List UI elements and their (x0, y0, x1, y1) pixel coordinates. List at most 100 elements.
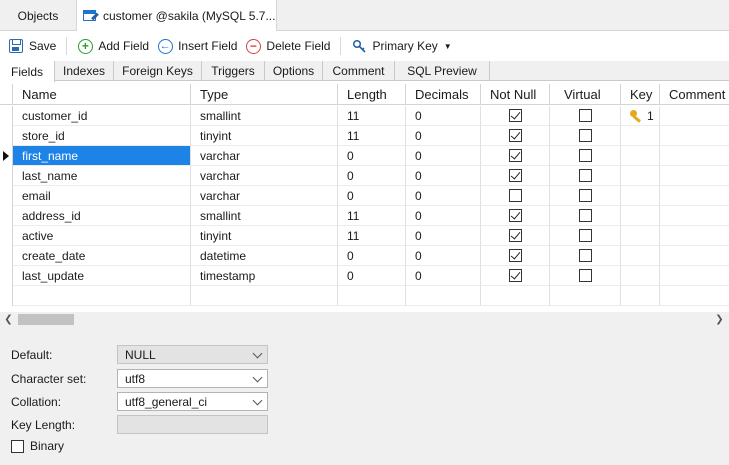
cell-length[interactable]: 11 (338, 206, 406, 226)
virtual-checkbox[interactable] (578, 149, 592, 162)
cell-type[interactable]: datetime (191, 246, 338, 266)
cell-virtual[interactable] (550, 246, 621, 266)
cell-name[interactable]: active (13, 226, 191, 246)
cell-name[interactable]: email (13, 186, 191, 206)
virtual-checkbox[interactable] (578, 229, 592, 242)
cell-virtual[interactable] (550, 146, 621, 166)
cell-not-null[interactable] (481, 266, 550, 286)
cell-type[interactable]: tinyint (191, 126, 338, 146)
cell-not-null[interactable] (481, 226, 550, 246)
table-row[interactable]: address_id smallint 11 0 (0, 206, 729, 226)
row-indicator[interactable] (0, 226, 13, 246)
cell-key[interactable]: 1 (621, 106, 660, 126)
cell-type[interactable]: smallint (191, 206, 338, 226)
cell-type[interactable]: varchar (191, 186, 338, 206)
cell-decimals[interactable]: 0 (406, 146, 481, 166)
tab-triggers[interactable]: Triggers (202, 61, 265, 81)
cell-decimals[interactable]: 0 (406, 186, 481, 206)
cell-comment[interactable] (660, 266, 729, 286)
table-row[interactable]: last_name varchar 0 0 (0, 166, 729, 186)
cell-key[interactable] (621, 126, 660, 146)
table-row[interactable]: create_date datetime 0 0 (0, 246, 729, 266)
cell-key[interactable] (621, 206, 660, 226)
cell-comment[interactable] (660, 166, 729, 186)
table-row[interactable]: first_name varchar 0 0 (0, 146, 729, 166)
table-row[interactable]: customer_id smallint 11 0 1 (0, 106, 729, 126)
cell-length[interactable]: 0 (338, 146, 406, 166)
not-null-checkbox[interactable] (508, 129, 522, 142)
cell-type[interactable]: timestamp (191, 266, 338, 286)
virtual-checkbox[interactable] (578, 109, 592, 122)
cell-not-null[interactable] (481, 246, 550, 266)
tab-customer-table[interactable]: customer @sakila (MySQL 5.7... (77, 0, 277, 32)
cell-key[interactable] (621, 246, 660, 266)
virtual-checkbox[interactable] (578, 129, 592, 142)
virtual-checkbox[interactable] (578, 169, 592, 182)
virtual-checkbox[interactable] (578, 249, 592, 262)
column-header-length[interactable]: Length (338, 84, 406, 104)
cell-not-null[interactable] (481, 166, 550, 186)
cell-length[interactable]: 0 (338, 266, 406, 286)
cell-virtual[interactable] (550, 266, 621, 286)
cell-type[interactable]: tinyint (191, 226, 338, 246)
cell-length[interactable]: 0 (338, 166, 406, 186)
column-header-name[interactable]: Name (13, 84, 191, 104)
table-row[interactable] (0, 286, 729, 306)
row-indicator[interactable] (0, 286, 13, 306)
cell-virtual[interactable] (550, 126, 621, 146)
cell-length[interactable]: 11 (338, 106, 406, 126)
cell-decimals[interactable]: 0 (406, 226, 481, 246)
not-null-checkbox[interactable] (508, 189, 522, 202)
cell-key[interactable] (621, 266, 660, 286)
cell-type[interactable]: varchar (191, 146, 338, 166)
charset-select[interactable]: utf8 (117, 369, 268, 388)
tab-comment[interactable]: Comment (323, 61, 395, 81)
cell-length[interactable]: 11 (338, 226, 406, 246)
cell-not-null[interactable] (481, 146, 550, 166)
row-indicator[interactable] (0, 126, 13, 146)
not-null-checkbox[interactable] (508, 169, 522, 182)
not-null-checkbox[interactable] (508, 249, 522, 262)
cell-decimals[interactable]: 0 (406, 166, 481, 186)
row-indicator[interactable] (0, 206, 13, 226)
cell-name[interactable]: store_id (13, 126, 191, 146)
cell-name[interactable]: customer_id (13, 106, 191, 126)
cell-key[interactable] (621, 146, 660, 166)
cell-name[interactable]: create_date (13, 246, 191, 266)
collation-select[interactable]: utf8_general_ci (117, 392, 268, 411)
column-header-key[interactable]: Key (621, 84, 660, 104)
scroll-left-icon[interactable]: ❮ (1, 312, 16, 327)
cell-not-null[interactable] (481, 206, 550, 226)
virtual-checkbox[interactable] (578, 189, 592, 202)
not-null-checkbox[interactable] (508, 229, 522, 242)
virtual-checkbox[interactable] (578, 209, 592, 222)
save-button[interactable]: Save (4, 35, 60, 57)
cell-length[interactable]: 0 (338, 246, 406, 266)
row-indicator[interactable] (0, 166, 13, 186)
cell-comment[interactable] (660, 186, 729, 206)
cell-decimals[interactable]: 0 (406, 266, 481, 286)
cell-comment[interactable] (660, 226, 729, 246)
column-header-comment[interactable]: Comment (660, 84, 729, 104)
cell-comment[interactable] (660, 106, 729, 126)
tab-options[interactable]: Options (265, 61, 323, 81)
not-null-checkbox[interactable] (508, 269, 522, 282)
scroll-right-icon[interactable]: ❯ (712, 312, 727, 327)
table-row[interactable]: active tinyint 11 0 (0, 226, 729, 246)
row-indicator[interactable] (0, 146, 13, 166)
cell-virtual[interactable] (550, 166, 621, 186)
cell-decimals[interactable]: 0 (406, 246, 481, 266)
cell-not-null[interactable] (481, 126, 550, 146)
cell-comment[interactable] (660, 206, 729, 226)
virtual-checkbox[interactable] (578, 269, 592, 282)
add-field-button[interactable]: + Add Field (73, 35, 153, 57)
delete-field-button[interactable]: − Delete Field (241, 35, 334, 57)
tab-objects[interactable]: Objects (0, 0, 77, 31)
tab-sql-preview[interactable]: SQL Preview (395, 61, 490, 81)
not-null-checkbox[interactable] (508, 149, 522, 162)
column-header-decimals[interactable]: Decimals (406, 84, 481, 104)
binary-checkbox-box[interactable] (11, 439, 24, 453)
cell-virtual[interactable] (550, 206, 621, 226)
cell-type[interactable]: smallint (191, 106, 338, 126)
key-length-input[interactable] (117, 415, 268, 434)
